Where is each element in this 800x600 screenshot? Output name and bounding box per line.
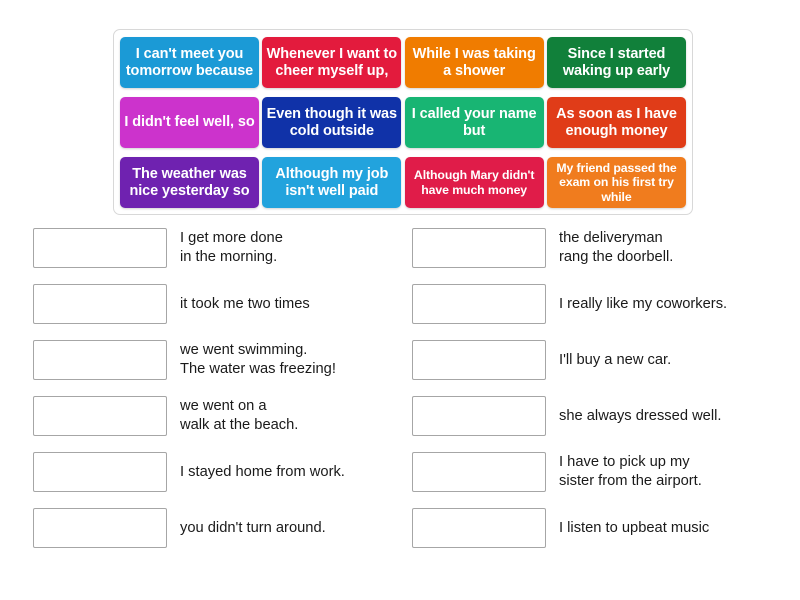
drop-zone-left-4[interactable] <box>33 396 167 436</box>
answer-tile[interactable]: While I was taking a shower <box>404 37 544 88</box>
match-row: I stayed home from work. <box>33 452 403 492</box>
answer-tile[interactable]: Although Mary didn't have much money <box>404 157 544 208</box>
answer-tile[interactable]: I can't meet you tomorrow because <box>120 37 259 88</box>
match-prompt-text: I have to pick up my sister from the air… <box>559 454 702 489</box>
answer-tile[interactable]: Whenever I want to cheer myself up, <box>262 37 402 88</box>
match-row: we went on a walk at the beach. <box>33 396 403 436</box>
match-row: it took me two times <box>33 284 403 324</box>
drop-zone-left-6[interactable] <box>33 508 167 548</box>
answer-tile[interactable]: Since I started waking up early <box>546 37 686 88</box>
answer-tile[interactable]: I called your name but <box>404 97 544 148</box>
match-row: I get more done in the morning. <box>33 228 403 268</box>
match-row: we went swimming. The water was freezing… <box>33 340 403 380</box>
drop-zone-right-3[interactable] <box>412 340 546 380</box>
tile-row: I didn't feel well, so Even though it was… <box>120 97 686 148</box>
tile-row: The weather was nice yesterday so Althoug… <box>120 157 686 208</box>
match-prompt-text: the deliveryman rang the doorbell. <box>559 230 674 265</box>
match-row: the deliveryman rang the doorbell. <box>412 228 782 268</box>
tile-row: I can't meet you tomorrow because Wheneve… <box>120 37 686 88</box>
match-prompt-text: you didn't turn around. <box>180 519 326 536</box>
match-prompt-text: I get more done in the morning. <box>180 230 283 265</box>
match-prompt-text: I stayed home from work. <box>180 463 345 480</box>
answer-tile[interactable]: The weather was nice yesterday so <box>120 157 259 208</box>
match-prompt-text: I really like my coworkers. <box>559 295 728 312</box>
match-prompt-text: she always dressed well. <box>559 407 722 424</box>
match-row: I'll buy a new car. <box>412 340 782 380</box>
match-prompt-text: I listen to upbeat music <box>559 519 710 536</box>
drop-zone-right-4[interactable] <box>412 396 546 436</box>
drop-zone-right-6[interactable] <box>412 508 546 548</box>
match-row: you didn't turn around. <box>33 508 403 548</box>
drop-zone-left-1[interactable] <box>33 228 167 268</box>
match-prompt-text: we went swimming. The water was freezing… <box>180 342 336 377</box>
answer-tile[interactable]: I didn't feel well, so <box>120 97 259 148</box>
drop-zone-left-3[interactable] <box>33 340 167 380</box>
drop-zone-right-5[interactable] <box>412 452 546 492</box>
match-row: I have to pick up my sister from the air… <box>412 452 782 492</box>
match-row: I really like my coworkers. <box>412 284 782 324</box>
match-prompt-text: I'll buy a new car. <box>559 351 672 368</box>
left-match-column: I get more done in the morning. it took m… <box>33 228 403 564</box>
match-row: she always dressed well. <box>412 396 782 436</box>
drop-zone-left-2[interactable] <box>33 284 167 324</box>
right-match-column: the deliveryman rang the doorbell. I real… <box>412 228 782 564</box>
answer-tile[interactable]: My friend passed the exam on his first t… <box>546 157 686 208</box>
drop-zone-left-5[interactable] <box>33 452 167 492</box>
match-row: I listen to upbeat music <box>412 508 782 548</box>
answer-tile[interactable]: Although my job isn't well paid <box>262 157 402 208</box>
drop-zone-right-1[interactable] <box>412 228 546 268</box>
drop-zone-right-2[interactable] <box>412 284 546 324</box>
answer-tile[interactable]: As soon as I have enough money <box>546 97 686 148</box>
answer-tile[interactable]: Even though it was cold outside <box>262 97 402 148</box>
match-prompt-text: we went on a walk at the beach. <box>180 398 299 433</box>
match-prompt-text: it took me two times <box>180 295 310 312</box>
tile-bank: I can't meet you tomorrow because Wheneve… <box>113 29 693 215</box>
